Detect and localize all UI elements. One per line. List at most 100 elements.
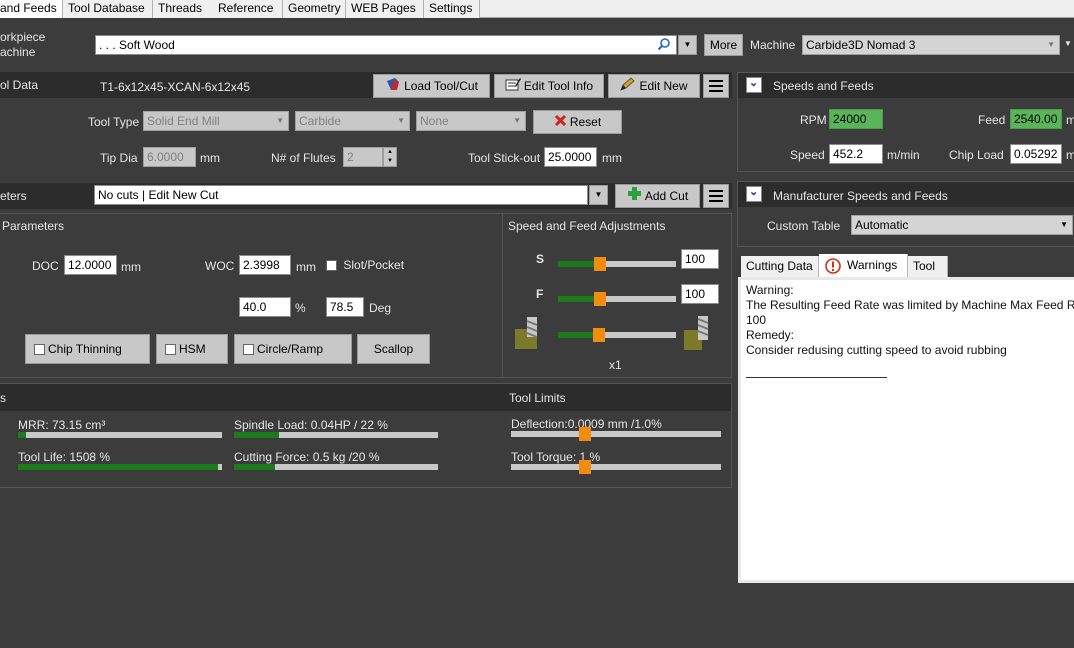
material-dropdown-button[interactable]: ▼ <box>678 35 697 55</box>
edit-tool-info-button[interactable]: Edit Tool Info <box>494 74 604 98</box>
tab-tool-database[interactable]: Tool Database <box>63 0 153 18</box>
speed-adjust-input[interactable]: 100 <box>681 249 719 269</box>
cut-dropdown-button[interactable]: ▼ <box>589 185 608 205</box>
machine-select[interactable]: Carbide3D Nomad 3 ▼ <box>802 35 1060 55</box>
cutting-force-bar <box>234 464 438 470</box>
tool-menu-button[interactable] <box>703 74 729 98</box>
feed-adjust-slider[interactable] <box>558 292 676 306</box>
tab-speeds-and-feeds[interactable]: and Feeds <box>0 0 63 18</box>
tool-type-value: Solid End Mill <box>147 114 220 128</box>
chevron-down-icon: ⌄ <box>749 77 759 89</box>
tool-life-fill <box>18 464 218 470</box>
reset-button[interactable]: Reset <box>533 110 622 134</box>
pencil-icon <box>620 76 636 98</box>
speed-label: Speed <box>790 148 825 162</box>
doc-label: DOC <box>32 259 59 273</box>
checkbox-icon <box>326 260 337 272</box>
checkbox-icon <box>165 344 176 356</box>
slot-pocket-checkbox[interactable]: Slot/Pocket <box>326 257 404 273</box>
hsm-button[interactable]: HSM <box>156 334 228 364</box>
plus-icon <box>627 186 642 208</box>
divider <box>746 377 887 378</box>
custom-table-select[interactable]: Automatic ▼ <box>851 215 1073 235</box>
tab-cutting-data[interactable]: Cutting Data <box>741 256 819 278</box>
woc-input[interactable]: 2.3998 <box>239 255 291 275</box>
material-input[interactable]: . . . Soft Wood <box>95 35 677 55</box>
stickout-input[interactable]: 25.0000 <box>544 147 597 167</box>
flutes-input[interactable]: 2 <box>343 147 383 167</box>
chevron-down-icon: ▼ <box>513 116 521 125</box>
chevron-down-icon: ▼ <box>397 116 405 125</box>
chevron-down-icon[interactable]: ▼ <box>1064 36 1072 52</box>
warnings-content: Warning: The Resulting Feed Rate was lim… <box>738 277 1074 583</box>
machine-value: Carbide3D Nomad 3 <box>806 38 916 52</box>
cutting-force-label: Cutting Force: 0.5 kg /20 % <box>234 450 380 464</box>
feed-adjust-label: F <box>536 287 544 301</box>
speed-value[interactable]: 452.2 <box>829 144 883 164</box>
feed-label: Feed <box>978 113 1006 127</box>
manufacturer-title: Manufacturer Speeds and Feeds <box>773 189 948 203</box>
speeds-feeds-expand-button[interactable]: ⌄ <box>746 77 762 93</box>
cut-menu-button[interactable] <box>703 184 729 208</box>
tip-dia-input[interactable]: 6.0000 <box>143 147 196 167</box>
tool-life-label: Tool Life: 1508 % <box>18 450 111 464</box>
tab-web-pages[interactable]: WEB Pages <box>346 0 424 18</box>
tool-coating-select[interactable]: None ▼ <box>416 111 526 131</box>
scallop-button[interactable]: Scallop <box>357 334 430 364</box>
tab-reference[interactable]: Reference <box>213 0 283 18</box>
chevron-down-icon: ▼ <box>276 116 284 125</box>
feed-adjust-input[interactable]: 100 <box>681 284 719 304</box>
manufacturer-expand-button[interactable]: ⌄ <box>746 186 762 202</box>
doc-input[interactable]: 12.0000 <box>64 255 117 275</box>
speed-adjust-thumb[interactable] <box>594 257 607 271</box>
edit-tool-info-label: Edit Tool Info <box>523 79 594 93</box>
chevron-down-icon: ▼ <box>594 190 603 199</box>
add-cut-button[interactable]: Add Cut <box>615 184 700 208</box>
mrr-label: MRR: 73.15 cm³ <box>18 418 106 432</box>
cut-header-title: eters <box>0 189 27 203</box>
tab-settings[interactable]: Settings <box>424 0 480 18</box>
warning-line: Warning: <box>746 283 794 297</box>
torque-bar <box>511 460 721 474</box>
flutes-stepper[interactable]: ▲ ▼ <box>383 147 397 167</box>
main-tab-bar: and Feeds Tool Database Threads Referenc… <box>0 0 1074 18</box>
machine-row-label: achine <box>0 45 36 59</box>
feed-value[interactable]: 2540.00 <box>1010 109 1062 129</box>
chipload-label: Chip Load <box>949 148 1004 162</box>
adjustments-title: Speed and Feed Adjustments <box>508 219 666 233</box>
load-tool-icon <box>385 76 401 98</box>
cut-selector[interactable]: No cuts | Edit New Cut <box>94 185 588 205</box>
warning-line: The Resulting Feed Rate was limited by M… <box>746 298 1074 312</box>
rpm-value[interactable]: 24000 <box>829 109 883 129</box>
chipload-value[interactable]: 0.05292 <box>1010 144 1062 164</box>
tool-material-select[interactable]: Carbide ▼ <box>295 111 410 131</box>
spindle-load-bar <box>234 432 438 438</box>
search-icon[interactable] <box>657 37 671 54</box>
tool-length-thumb[interactable] <box>593 328 606 342</box>
parameters-title: Parameters <box>2 219 65 233</box>
chevron-up-icon: ▲ <box>387 149 393 155</box>
close-icon <box>554 112 567 134</box>
edit-new-button[interactable]: Edit New <box>608 74 700 98</box>
tab-geometry[interactable]: Geometry <box>283 0 346 18</box>
mrr-bar <box>18 432 222 438</box>
tab-tool[interactable]: Tool <box>908 256 948 278</box>
speed-adjust-slider[interactable] <box>558 257 676 271</box>
add-cut-label: Add Cut <box>644 189 689 203</box>
chip-thinning-button[interactable]: Chip Thinning <box>25 334 150 364</box>
feed-adjust-thumb[interactable] <box>594 292 607 306</box>
circle-ramp-button[interactable]: Circle/Ramp <box>234 334 352 364</box>
chevron-down-icon: ▼ <box>387 158 393 164</box>
custom-table-label: Custom Table <box>767 219 841 233</box>
tool-limits-title: Tool Limits <box>509 391 566 405</box>
tool-name: T1-6x12x45-XCAN-6x12x45 <box>100 80 251 94</box>
angle-input[interactable]: 78.5 <box>326 297 364 317</box>
tool-type-select[interactable]: Solid End Mill ▼ <box>143 111 289 131</box>
load-tool-button[interactable]: Load Tool/Cut <box>373 74 490 98</box>
more-button[interactable]: More <box>704 34 743 56</box>
checkbox-icon <box>34 344 45 356</box>
percent-input[interactable]: 40.0 <box>239 297 291 317</box>
tab-warnings[interactable]: Warnings <box>819 254 908 278</box>
tab-warnings-label: Warnings <box>847 258 898 272</box>
tool-length-slider[interactable] <box>558 328 676 342</box>
